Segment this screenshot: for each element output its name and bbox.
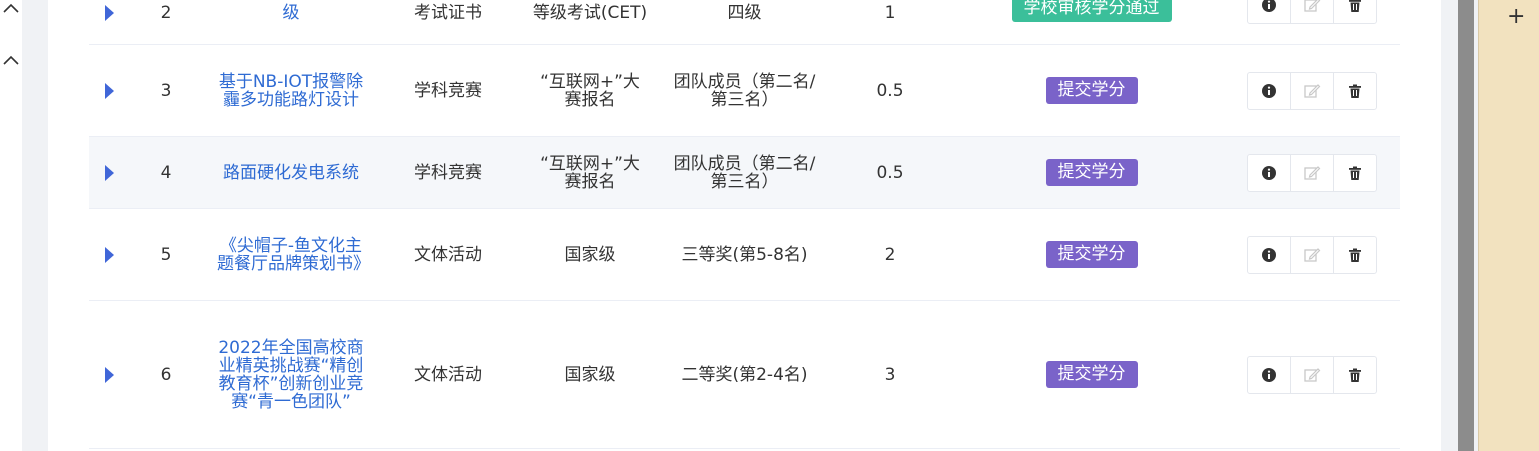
delete-icon (1349, 84, 1361, 98)
edit-icon (1304, 0, 1321, 12)
scrollbar[interactable] (1458, 0, 1474, 451)
caret-right-icon (104, 164, 114, 181)
edit-icon (1304, 247, 1321, 262)
chevron-up-icon[interactable] (2, 0, 20, 18)
row-actions (1247, 0, 1387, 44)
credit-cell: 0.5 (876, 80, 904, 101)
row-actions (1247, 301, 1387, 448)
award-cell: 三等奖(第5-8名) (681, 244, 808, 265)
level-cell: 国家级 (564, 244, 616, 265)
edit-icon (1304, 165, 1321, 180)
edit-button[interactable] (1290, 355, 1334, 394)
info-icon (1262, 247, 1276, 262)
info-button[interactable] (1247, 153, 1291, 192)
status-cell: 提交学分 (969, 301, 1214, 448)
credit-cell: 1 (884, 3, 896, 23)
row-number: 3 (160, 80, 172, 101)
info-icon (1262, 0, 1276, 12)
level-cell: “互联网+”大赛报名 (540, 71, 640, 110)
edit-button[interactable] (1290, 71, 1334, 110)
info-button[interactable] (1247, 235, 1291, 274)
category-cell: 考试证书 (414, 3, 482, 23)
delete-icon (1349, 368, 1361, 382)
row-actions (1247, 137, 1387, 208)
expand-row-button[interactable] (99, 137, 119, 208)
info-button[interactable] (1247, 71, 1291, 110)
delete-icon (1349, 0, 1361, 12)
delete-button[interactable] (1333, 235, 1377, 274)
submit-credit-button[interactable]: 提交学分 (1045, 159, 1138, 186)
info-button[interactable] (1247, 0, 1291, 24)
category-cell: 学科竞赛 (414, 80, 482, 101)
level-cell: “互联网+”大赛报名 (540, 153, 640, 192)
delete-icon (1349, 166, 1361, 180)
delete-icon (1349, 248, 1361, 262)
expand-row-button[interactable] (99, 301, 119, 448)
row-number: 5 (160, 244, 172, 265)
category-cell: 文体活动 (414, 364, 482, 385)
info-button[interactable] (1247, 355, 1291, 394)
submit-credit-button[interactable]: 提交学分 (1045, 361, 1138, 388)
expand-row-button[interactable] (99, 45, 119, 136)
status-cell: 提交学分 (969, 137, 1214, 208)
project-name-link[interactable]: 2022年全国高校商业精英挑战赛“精创 教育杯”创新创业竞赛“青一色团队” (217, 301, 365, 448)
info-icon (1262, 165, 1276, 180)
info-icon (1262, 367, 1276, 382)
delete-button[interactable] (1333, 0, 1377, 24)
status-badge[interactable]: 学校审核学分通过 (1011, 0, 1172, 22)
plus-icon[interactable]: + (1507, 6, 1525, 28)
project-name-link[interactable]: 基于NB-IOT报警除霾多功能路灯设计 (217, 45, 365, 136)
submit-credit-button[interactable]: 提交学分 (1045, 241, 1138, 268)
table-row: 2 级 考试证书 等级考试(CET) 四级 1 学校审核学分通过 (89, 0, 1400, 45)
edit-icon (1304, 367, 1321, 382)
edit-button[interactable] (1290, 235, 1334, 274)
submit-credit-button[interactable]: 提交学分 (1045, 77, 1138, 104)
row-actions (1247, 209, 1387, 300)
row-number: 2 (160, 3, 172, 23)
category-cell: 学科竞赛 (414, 162, 482, 183)
table-row: 6 2022年全国高校商业精英挑战赛“精创 教育杯”创新创业竞赛“青一色团队” … (89, 301, 1400, 449)
chevron-up-icon[interactable] (2, 52, 20, 70)
award-cell: 二等奖(第2-4名) (681, 364, 808, 385)
right-side-panel: + (1478, 0, 1539, 451)
table-row: 4 路面硬化发电系统 学科竞赛 “互联网+”大赛报名 团队成员（第二名/第三名）… (89, 137, 1400, 209)
award-cell: 团队成员（第二名/第三名） (673, 153, 816, 192)
category-cell: 文体活动 (414, 244, 482, 265)
left-strip (0, 0, 22, 451)
edit-button[interactable] (1290, 0, 1334, 24)
row-number: 4 (160, 162, 172, 183)
info-icon (1262, 83, 1276, 98)
project-name-link[interactable]: 路面硬化发电系统 (217, 137, 365, 208)
level-cell: 国家级 (564, 364, 616, 385)
edit-icon (1304, 83, 1321, 98)
table-row: 3 基于NB-IOT报警除霾多功能路灯设计 学科竞赛 “互联网+”大赛报名 团队… (89, 45, 1400, 137)
credit-cell: 0.5 (876, 162, 904, 183)
delete-button[interactable] (1333, 153, 1377, 192)
edit-button[interactable] (1290, 153, 1334, 192)
award-cell: 四级 (727, 3, 762, 23)
caret-right-icon (104, 82, 114, 99)
table-row: 5 《尖帽子-鱼文化主题餐厅品牌策划书》 文体活动 国家级 三等奖(第5-8名)… (89, 209, 1400, 301)
credit-cell: 2 (884, 244, 896, 265)
caret-right-icon (104, 246, 114, 263)
status-cell: 学校审核学分通过 (969, 0, 1214, 44)
award-cell: 团队成员（第二名/第三名） (673, 71, 816, 110)
status-cell: 提交学分 (969, 209, 1214, 300)
row-actions (1247, 45, 1387, 136)
project-name-link[interactable]: 级 (217, 0, 365, 44)
credit-cell: 3 (884, 364, 896, 385)
row-number: 6 (160, 364, 172, 385)
expand-row-button[interactable] (99, 209, 119, 300)
status-cell: 提交学分 (969, 45, 1214, 136)
delete-button[interactable] (1333, 71, 1377, 110)
delete-button[interactable] (1333, 355, 1377, 394)
expand-row-button[interactable] (99, 0, 119, 44)
caret-right-icon (104, 366, 114, 383)
level-cell: 等级考试(CET) (532, 3, 648, 23)
caret-right-icon (104, 5, 114, 21)
project-name-link[interactable]: 《尖帽子-鱼文化主题餐厅品牌策划书》 (217, 209, 370, 300)
